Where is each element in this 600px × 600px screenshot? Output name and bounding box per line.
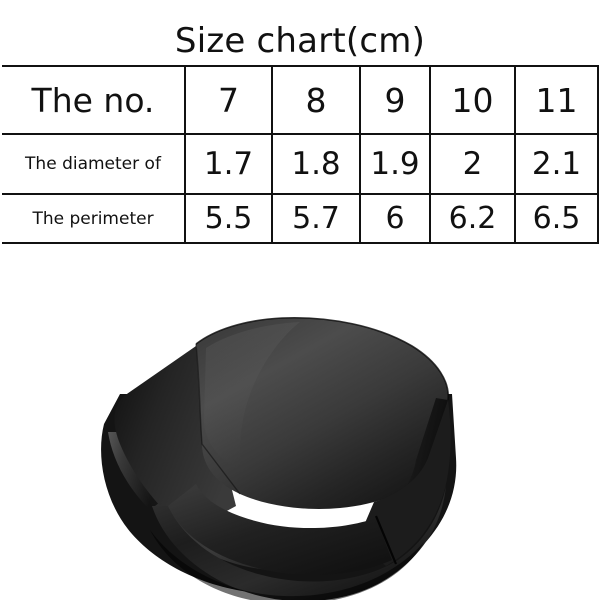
table-row: The no. 7 8 9 10 11 [2, 66, 598, 134]
cell-perimeter-7: 5.5 [184, 193, 272, 243]
product-size-chart-page: Size chart(cm) The no. 7 8 9 10 11 The d… [0, 0, 600, 600]
cell-no-9: 9 [359, 66, 430, 134]
size-chart-table: The no. 7 8 9 10 11 The diameter of 1.7 … [2, 65, 599, 244]
cell-diameter-8: 1.8 [271, 133, 360, 194]
cell-perimeter-9: 6 [359, 193, 430, 243]
page-title: Size chart(cm) [174, 21, 426, 61]
cell-diameter-7: 1.7 [184, 133, 272, 194]
row-label-the-no: The no. [31, 80, 155, 120]
size-chart-table-container: The no. 7 8 9 10 11 The diameter of 1.7 … [2, 65, 599, 244]
cell-diameter-11: 2.1 [514, 133, 598, 194]
cell-no-8: 8 [271, 66, 360, 134]
row-label-the-diameter-of: The diameter of [2, 133, 185, 194]
cell-perimeter-8: 5.7 [271, 193, 360, 243]
product-image-black-signet-ring [0, 244, 600, 600]
table-row: The perimeter 5.5 5.7 6 6.2 6.5 [2, 193, 598, 243]
cell-diameter-9: 1.9 [359, 133, 430, 194]
cell-no-7: 7 [184, 66, 272, 134]
ring-body [101, 316, 457, 600]
cell-no-10: 10 [429, 66, 515, 134]
cell-perimeter-10: 6.2 [429, 193, 515, 243]
cell-perimeter-11: 6.5 [514, 193, 598, 243]
row-label-the-perimeter: The perimeter [2, 193, 185, 243]
ring-illustration [101, 316, 457, 600]
table-row: The diameter of 1.7 1.8 1.9 2 2.1 [2, 133, 598, 194]
cell-diameter-10: 2 [429, 133, 515, 194]
cell-no-11: 11 [514, 66, 598, 134]
